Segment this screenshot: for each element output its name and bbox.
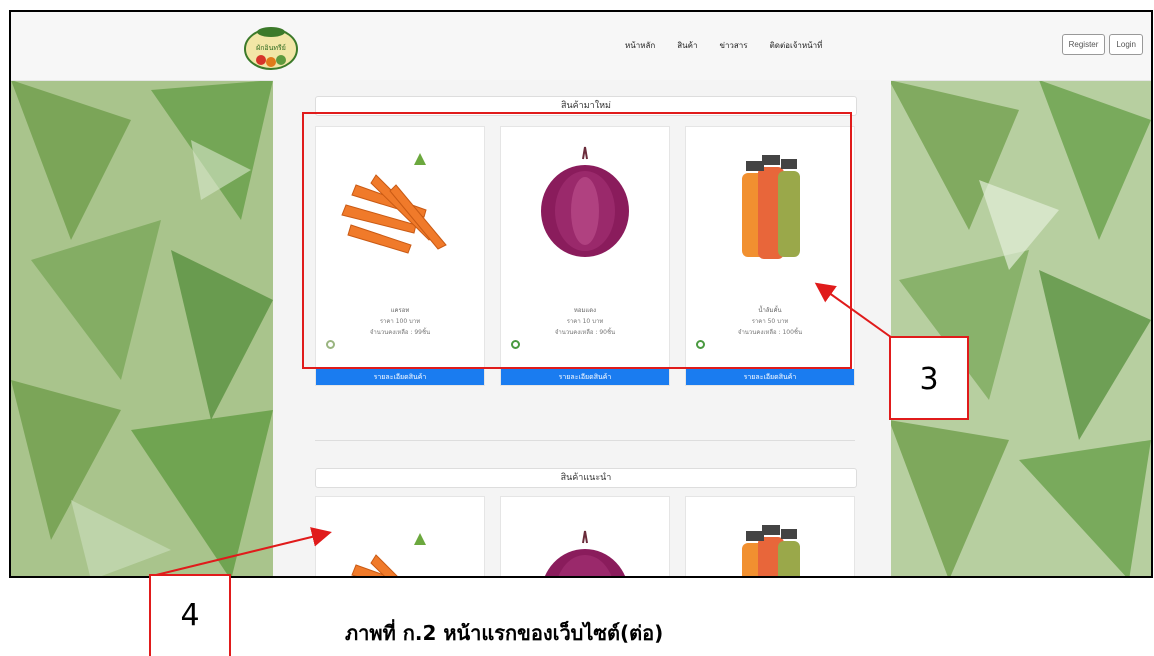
arrow-to-new-products (814, 282, 896, 341)
annotation-arrows (151, 282, 896, 577)
callout-4: 4 (149, 574, 231, 656)
figure-caption: ภาพที่ ก.2 หน้าแรกของเว็บไซต์(ต่อ) (345, 621, 664, 645)
arrow-to-recommended (151, 527, 332, 577)
callout-3: 3 (889, 336, 969, 420)
